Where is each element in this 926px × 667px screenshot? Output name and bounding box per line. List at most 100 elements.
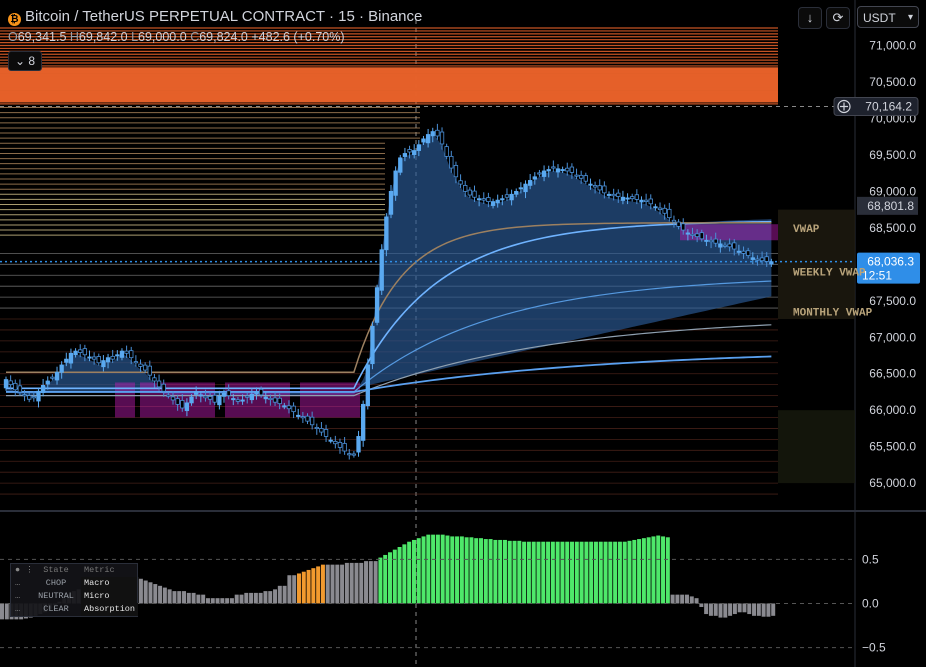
histogram-bar bbox=[0, 603, 4, 620]
histogram-bar bbox=[641, 538, 646, 604]
currency-value: USDT bbox=[863, 11, 896, 25]
candle-body bbox=[574, 174, 579, 177]
candle-body bbox=[314, 426, 319, 429]
currency-select[interactable]: USDT ▾ bbox=[857, 6, 919, 28]
candle-body bbox=[527, 180, 533, 186]
candle-body bbox=[769, 261, 774, 265]
histogram-bar bbox=[316, 566, 321, 604]
histogram-bar bbox=[320, 564, 325, 604]
candle-body bbox=[630, 196, 635, 200]
histogram-bar bbox=[617, 541, 622, 604]
candle-body bbox=[764, 256, 769, 262]
candle-body bbox=[3, 379, 9, 389]
histogram-bar bbox=[273, 589, 278, 604]
chart-canvas[interactable]: 71,000.070,500.070,000.069,500.069,000.0… bbox=[0, 0, 926, 667]
candle-body bbox=[509, 193, 514, 201]
legend-state: NEUTRAL bbox=[38, 591, 74, 601]
low-value: 69,000.0 bbox=[138, 30, 187, 44]
histogram-bar bbox=[488, 539, 493, 604]
histogram-bar bbox=[282, 585, 287, 604]
histogram-bar bbox=[498, 539, 503, 604]
candle-body bbox=[268, 397, 273, 400]
legend-row-marker: … bbox=[15, 604, 21, 614]
histogram-bar bbox=[699, 603, 704, 607]
candle-body bbox=[277, 397, 282, 405]
histogram-bar bbox=[493, 539, 498, 604]
candle-body bbox=[449, 155, 454, 169]
candle-body bbox=[115, 354, 120, 357]
histogram-bar bbox=[435, 534, 440, 604]
open-label: O bbox=[8, 30, 18, 44]
histogram-bar bbox=[182, 591, 187, 604]
histogram-bar bbox=[368, 561, 373, 604]
candle-body bbox=[180, 400, 185, 409]
candle-body bbox=[245, 395, 250, 398]
candle-body bbox=[263, 396, 268, 400]
histogram-bar bbox=[656, 535, 661, 604]
histogram-bar bbox=[694, 598, 699, 604]
candle-body bbox=[643, 199, 649, 203]
candle-body bbox=[365, 364, 370, 407]
histogram-bar bbox=[249, 592, 254, 604]
candle-body bbox=[532, 176, 537, 180]
candle-body bbox=[36, 390, 41, 402]
candle-body bbox=[602, 185, 607, 194]
candle-body bbox=[648, 198, 653, 205]
candle-body bbox=[119, 350, 125, 358]
indicators-collapse-button[interactable]: ⌄ 8 bbox=[8, 51, 42, 71]
histogram-bar bbox=[388, 552, 392, 604]
candle-body bbox=[142, 364, 148, 371]
histogram-bar bbox=[665, 537, 670, 604]
histogram-bar bbox=[411, 539, 416, 604]
candle-body bbox=[31, 396, 36, 399]
candle-body bbox=[467, 189, 473, 196]
histogram-bar bbox=[258, 592, 263, 604]
candle-body bbox=[91, 356, 97, 360]
candle-body bbox=[625, 197, 630, 200]
chart-title: ₿ Bitcoin / TetherUS PERPETUAL CONTRACT ·… bbox=[8, 8, 422, 26]
candle-body bbox=[101, 360, 106, 368]
histogram-bar bbox=[752, 603, 757, 616]
candle-body bbox=[73, 350, 78, 356]
candle-body bbox=[746, 250, 751, 256]
histogram-bar bbox=[407, 541, 412, 604]
candle-body bbox=[309, 416, 315, 426]
histogram-bar bbox=[747, 603, 752, 615]
candle-body bbox=[620, 196, 626, 201]
legend-dot-icon[interactable]: ● ⋮ bbox=[15, 564, 34, 577]
histogram-bar bbox=[570, 541, 575, 604]
candle-body bbox=[407, 149, 412, 153]
price-axis-tick: 65,500.0 bbox=[869, 440, 916, 454]
histogram-bar bbox=[670, 594, 675, 604]
vwap-level-label: VWAP bbox=[793, 224, 820, 236]
candle-body bbox=[541, 170, 547, 177]
candle-body bbox=[333, 441, 338, 445]
vwap-level-label: WEEKLY VWAP bbox=[793, 268, 866, 280]
arrow-down-icon: ↓ bbox=[806, 10, 814, 25]
histogram-bar bbox=[622, 541, 627, 604]
histogram-bar bbox=[201, 594, 206, 604]
histogram-bar bbox=[742, 603, 747, 613]
candle-body bbox=[662, 207, 667, 214]
candle-body bbox=[351, 453, 357, 456]
download-button[interactable]: ↓ bbox=[798, 7, 822, 29]
candle-body bbox=[421, 138, 426, 143]
histogram-bar bbox=[359, 562, 364, 604]
histogram-bar bbox=[455, 536, 460, 604]
histogram-bar bbox=[349, 562, 354, 604]
candle-body bbox=[388, 190, 394, 215]
histogram-bar bbox=[335, 564, 340, 604]
candle-body bbox=[296, 414, 301, 417]
histogram-bar bbox=[426, 534, 431, 604]
refresh-icon: ⟳ bbox=[832, 10, 844, 25]
candle-body bbox=[379, 249, 384, 291]
histogram-bar bbox=[301, 571, 306, 604]
histogram-bar bbox=[574, 541, 579, 604]
candle-body bbox=[323, 429, 329, 437]
indicator-count: 8 bbox=[28, 54, 36, 68]
histogram-bar bbox=[555, 541, 560, 604]
low-label: L bbox=[131, 30, 139, 44]
candle-body bbox=[537, 172, 542, 175]
candle-body bbox=[546, 169, 551, 172]
refresh-button[interactable]: ⟳ bbox=[826, 7, 850, 29]
